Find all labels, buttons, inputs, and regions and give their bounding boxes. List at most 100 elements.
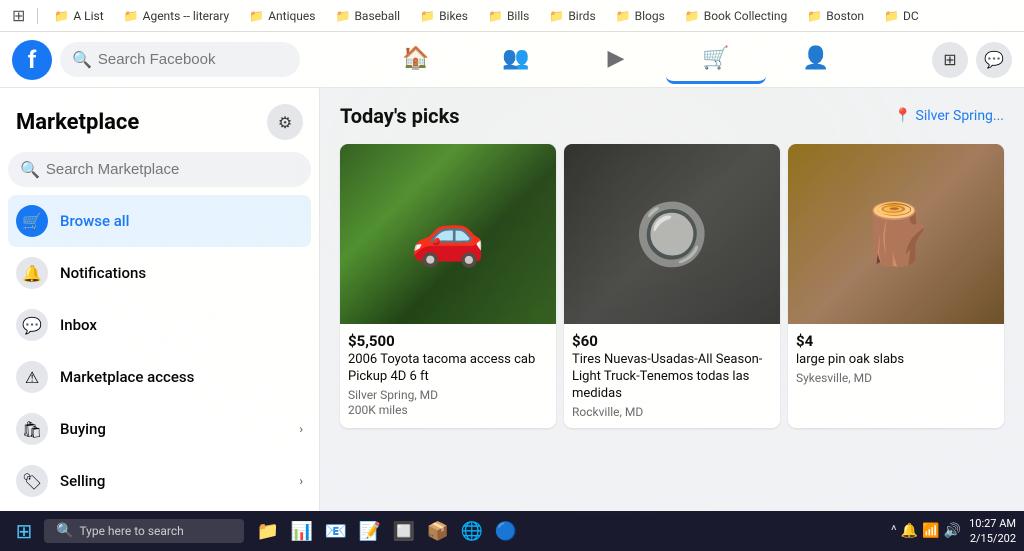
search-icon: 🔍 xyxy=(20,160,40,179)
folder-icon: 📁 xyxy=(616,9,631,23)
bookmark-item[interactable]: 📁DC xyxy=(876,5,927,27)
apps-icon-button[interactable]: ⊞ xyxy=(932,42,968,78)
header-right: ⊞ 💬 xyxy=(932,42,1012,78)
listing-info: $5,500 2006 Toyota tacoma access cab Pic… xyxy=(340,324,556,425)
nav-home-button[interactable]: 🏠 xyxy=(366,36,466,84)
nav-watch-button[interactable]: ▶ xyxy=(566,36,666,84)
taskbar-right: ^ 🔔 📶 🔊 10:27 AM 2/15/202 xyxy=(891,516,1016,547)
selling-icon: 🏷 xyxy=(16,465,48,497)
windows-icon: ⊞ xyxy=(16,519,33,543)
sidebar-item-notifications[interactable]: 🔔 Notifications xyxy=(8,247,311,299)
marketplace-access-icon: ⚠ xyxy=(16,361,48,393)
header-search[interactable]: 🔍 xyxy=(60,42,300,77)
listing-price: $60 xyxy=(572,332,772,350)
bookmark-item[interactable]: 📁Birds xyxy=(541,5,603,27)
main-content: Marketplace ⚙ 🔍 🛒 Browse all 🔔 Notificat… xyxy=(0,88,1024,511)
listing-location: Silver Spring, MD xyxy=(348,388,548,402)
folder-icon: 📁 xyxy=(54,9,69,23)
outlook-icon[interactable]: 📧 xyxy=(320,515,352,547)
bookmark-item[interactable]: 📁Agents -- literary xyxy=(116,5,238,27)
sidebar-item-browse-all[interactable]: 🛒 Browse all xyxy=(8,195,311,247)
taskbar-search[interactable]: 🔍 Type here to search xyxy=(44,519,244,543)
inbox-icon: 💬 xyxy=(16,309,48,341)
taskbar-app-icons: 📁 📊 📧 📝 🔲 📦 🌐 🔵 xyxy=(252,515,522,547)
folder-icon: 📁 xyxy=(685,9,700,23)
excel-icon[interactable]: 📊 xyxy=(286,515,318,547)
bookmark-item[interactable]: 📁Blogs xyxy=(608,5,673,27)
bookmark-item[interactable]: 📁Bills xyxy=(480,5,537,27)
marketplace-search-input[interactable] xyxy=(46,161,299,178)
notifications-icon: 🔔 xyxy=(16,257,48,289)
listing-image xyxy=(340,144,556,324)
sidebar-item-buying[interactable]: 🛍 Buying › xyxy=(8,403,311,455)
system-tray-icons: ^ 🔔 📶 🔊 xyxy=(891,523,961,539)
bookmark-item[interactable]: 📁A List xyxy=(46,5,111,27)
network-icon[interactable]: 📶 xyxy=(922,523,939,539)
marketplace-search[interactable]: 🔍 xyxy=(8,152,311,187)
folder-icon: 📁 xyxy=(488,9,503,23)
location-badge[interactable]: 📍 Silver Spring... xyxy=(894,108,1004,124)
messenger-icon-button[interactable]: 💬 xyxy=(976,42,1012,78)
sidebar-item-label: Inbox xyxy=(60,316,97,334)
tray-caret-icon[interactable]: ^ xyxy=(891,523,897,539)
search-input[interactable] xyxy=(98,51,288,68)
settings-gear-button[interactable]: ⚙ xyxy=(267,104,303,140)
sidebar-item-selling[interactable]: 🏷 Selling › xyxy=(8,455,311,507)
picks-title: Today's picks xyxy=(340,104,460,128)
notification-icon[interactable]: 🔔 xyxy=(901,523,918,539)
folder-icon: 📁 xyxy=(124,9,139,23)
sidebar-item-inbox[interactable]: 💬 Inbox xyxy=(8,299,311,351)
tiles-icon[interactable]: 🔲 xyxy=(388,515,420,547)
gear-icon: ⚙ xyxy=(278,113,292,132)
file-explorer-icon[interactable]: 📁 xyxy=(252,515,284,547)
bookmark-item[interactable]: 📁Bikes xyxy=(412,5,476,27)
listing-name: Tires Nuevas-Usadas-All Season-Light Tru… xyxy=(572,352,772,403)
dropbox-icon[interactable]: 📦 xyxy=(422,515,454,547)
sidebar-header: Marketplace ⚙ xyxy=(8,100,311,148)
listing-name: 2006 Toyota tacoma access cab Pickup 4D … xyxy=(348,352,548,386)
fb-logo[interactable]: f xyxy=(12,40,52,80)
main-area: Today's picks 📍 Silver Spring... $5,500 … xyxy=(320,88,1024,511)
word-icon[interactable]: 📝 xyxy=(354,515,386,547)
fb-header: f 🔍 🏠 👥 ▶ 🛒 👤 ⊞ 💬 xyxy=(0,32,1024,88)
taskbar-search-label: Type here to search xyxy=(79,524,183,538)
listing-name: large pin oak slabs xyxy=(796,352,996,369)
chrome-icon[interactable]: 🌐 xyxy=(456,515,488,547)
listing-card[interactable]: $4 large pin oak slabs Sykesville, MD xyxy=(788,144,1004,428)
listing-image xyxy=(788,144,1004,324)
taskbar: ⊞ 🔍 Type here to search 📁 📊 📧 📝 🔲 📦 🌐 🔵 … xyxy=(0,511,1024,551)
buying-icon: 🛍 xyxy=(16,413,48,445)
apps-grid-icon[interactable]: ⊞ xyxy=(8,2,29,29)
location-pin-icon: 📍 xyxy=(894,108,911,124)
search-icon: 🔍 xyxy=(72,50,92,69)
listing-grid: $5,500 2006 Toyota tacoma access cab Pic… xyxy=(340,144,1004,428)
header-nav: 🏠 👥 ▶ 🛒 👤 xyxy=(300,36,932,84)
sidebar-item-label: Browse all xyxy=(60,212,129,230)
nav-marketplace-button[interactable]: 🛒 xyxy=(666,36,766,84)
listing-card[interactable]: $5,500 2006 Toyota tacoma access cab Pic… xyxy=(340,144,556,428)
listing-card[interactable]: $60 Tires Nuevas-Usadas-All Season-Light… xyxy=(564,144,780,428)
sidebar: Marketplace ⚙ 🔍 🛒 Browse all 🔔 Notificat… xyxy=(0,88,320,511)
folder-icon: 📁 xyxy=(884,9,899,23)
taskbar-clock[interactable]: 10:27 AM 2/15/202 xyxy=(969,516,1016,547)
edge-icon[interactable]: 🔵 xyxy=(490,515,522,547)
sidebar-item-marketplace-access[interactable]: ⚠ Marketplace access xyxy=(8,351,311,403)
sidebar-item-label: Marketplace access xyxy=(60,368,194,386)
picks-header: Today's picks 📍 Silver Spring... xyxy=(340,104,1004,128)
bookmark-item[interactable]: 📁Baseball xyxy=(327,5,408,27)
bookmark-item[interactable]: 📁Boston xyxy=(799,5,872,27)
start-button[interactable]: ⊞ xyxy=(8,515,40,547)
listing-price: $4 xyxy=(796,332,996,350)
folder-icon: 📁 xyxy=(335,9,350,23)
nav-friends-button[interactable]: 👥 xyxy=(466,36,566,84)
time-display: 10:27 AM xyxy=(969,516,1016,531)
bookmark-item[interactable]: 📁Book Collecting xyxy=(677,5,796,27)
listing-location: Rockville, MD xyxy=(572,405,772,419)
nav-profile-button[interactable]: 👤 xyxy=(766,36,866,84)
bookmark-item[interactable]: 📁Antiques xyxy=(241,5,323,27)
volume-icon[interactable]: 🔊 xyxy=(944,523,961,539)
chevron-right-icon: › xyxy=(299,474,303,488)
location-text: Silver Spring... xyxy=(916,108,1004,124)
search-icon: 🔍 xyxy=(56,523,73,539)
separator xyxy=(37,8,38,24)
